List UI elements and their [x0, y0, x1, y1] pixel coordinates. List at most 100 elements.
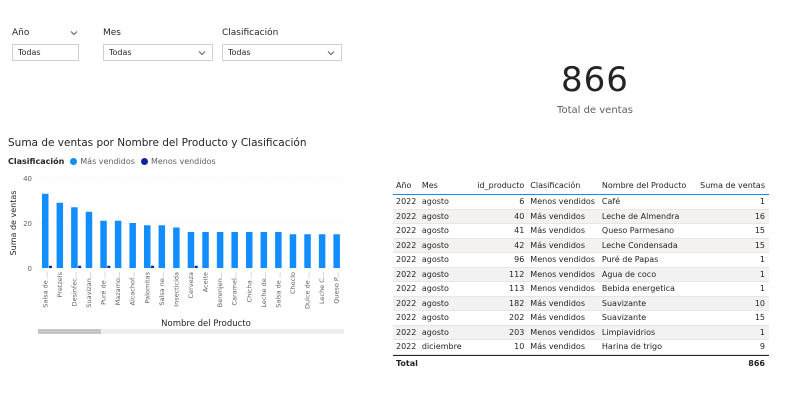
legend-item-top-sellers[interactable]: Más vendidos [70, 157, 135, 166]
table-cell: agosto [421, 313, 449, 323]
table-cell: Suavizante [601, 298, 647, 308]
table-cell: 2022 [396, 269, 417, 279]
table-cell: 112 [509, 269, 525, 279]
x-tick-label: Queso P... [333, 272, 341, 304]
filter-year: Año Todas [12, 26, 79, 61]
chart-title: Suma de ventas por Nombre del Producto y… [8, 137, 307, 149]
column-header[interactable]: Año [393, 181, 422, 190]
x-tick-label: Alcachof... [129, 272, 137, 306]
table-cell: 1 [759, 255, 765, 265]
table-row[interactable]: 2022 agosto 113 Menos vendidos Bebida energe… [393, 282, 769, 297]
bar-top-sellers [85, 211, 93, 268]
table-cell: Agua de coco [601, 269, 657, 279]
table-cell: 113 [509, 284, 525, 294]
filter-classification-dropdown[interactable]: Todas [222, 44, 342, 61]
table-row[interactable]: 2022 agosto 203 Menos vendidos Limpiavidrios… [393, 325, 769, 340]
table-row[interactable]: 2022 agosto 42 Más vendidos Leche Condensada… [393, 238, 769, 253]
sales-table: Año Mes id_producto Clasificación Nombre del… [393, 176, 769, 370]
table-cell: 1 [759, 197, 765, 207]
x-tick-label: Puré de ... [100, 272, 108, 305]
table-cell: Más vendidos [530, 342, 585, 352]
column-header[interactable]: Mes [422, 181, 470, 190]
table-cell: 6 [519, 197, 525, 207]
filter-year-dropdown[interactable]: Todas [12, 44, 79, 61]
table-cell: 1 [759, 269, 765, 279]
table-cell: 15 [754, 313, 765, 323]
table-cell: Menos vendidos [530, 269, 595, 279]
table-cell: 182 [509, 298, 525, 308]
bar-top-sellers [144, 225, 151, 268]
table-row[interactable]: 2022 agosto 96 Menos vendidos Puré de Papas 1 [393, 253, 769, 268]
bar-low-sellers [107, 265, 111, 268]
legend-label-low-sellers: Menos vendidos [150, 157, 216, 166]
y-tick-label: 20 [23, 220, 32, 228]
bar-top-sellers [304, 234, 311, 268]
table-cell: Más vendidos [530, 298, 585, 308]
x-tick-label: Leche C... [318, 272, 326, 304]
filter-classification: Clasificación Todas [222, 26, 342, 61]
x-tick-label: Salsa de ... [41, 272, 49, 308]
table-row[interactable]: 2022 diciembre 10 Más vendidos Harina de tri… [393, 340, 769, 355]
column-header[interactable]: Clasificación [530, 181, 602, 190]
table-cell: 2022 [396, 197, 417, 207]
legend-dot-top-sellers [70, 158, 78, 165]
filter-month: Mes Todas [103, 26, 213, 61]
chevron-down-icon [198, 50, 206, 55]
table-cell: 15 [754, 226, 765, 236]
table-cell: 40 [514, 211, 525, 221]
x-tick-label: Suavizan... [85, 272, 93, 308]
bar-low-sellers [151, 265, 154, 268]
bar-top-sellers [173, 227, 180, 268]
table-cell: 42 [514, 240, 525, 250]
table-row[interactable]: 2022 agosto 40 Más vendidos Leche de Almendr… [393, 209, 769, 224]
bar-top-sellers [246, 232, 253, 268]
x-tick-label: Pretzels [56, 271, 64, 297]
column-header[interactable]: id_producto [470, 181, 531, 190]
table-cell: Menos vendidos [530, 327, 595, 337]
table-cell: agosto [421, 255, 449, 265]
table-row[interactable]: 2022 agosto 112 Menos vendidos Agua de coco 1 [393, 267, 769, 282]
filter-year-value: Todas [18, 48, 41, 57]
table-cell: 2022 [396, 313, 417, 323]
table-header: Año Mes id_producto Clasificación Nombre del… [393, 176, 769, 195]
table-cell: agosto [421, 240, 449, 250]
bar-top-sellers [129, 223, 136, 268]
column-header[interactable]: Suma de ventas [697, 181, 769, 190]
table-cell: 2022 [396, 255, 417, 265]
table-cell: 2022 [396, 342, 417, 352]
x-tick-label: Berenjen... [216, 272, 224, 307]
bar-low-sellers [194, 265, 198, 268]
chevron-down-icon[interactable] [69, 28, 79, 38]
table-cell: 16 [754, 211, 765, 221]
filter-month-dropdown[interactable]: Todas [103, 44, 213, 61]
table-row[interactable]: 2022 agosto 182 Más vendidos Suavizante 10 [393, 296, 769, 311]
table-row[interactable]: 2022 agosto 6 Menos vendidos Café 1 [393, 195, 769, 210]
table-body[interactable]: 2022 agosto 6 Menos vendidos Café 1 2022 agosto… [393, 195, 769, 355]
table-row[interactable]: 2022 agosto 41 Más vendidos Queso Parmesano 1… [393, 224, 769, 239]
x-tick-label: Chicha ... [245, 272, 253, 302]
legend-label-top-sellers: Más vendidos [80, 157, 135, 166]
table-cell: 2022 [396, 298, 417, 308]
filter-month-value: Todas [109, 48, 132, 57]
table-cell: Limpiavidrios [601, 327, 656, 337]
table-cell: agosto [421, 226, 449, 236]
table-cell: Queso Parmesano [601, 226, 675, 236]
x-axis-label: Nombre del Producto [161, 319, 251, 329]
table-cell: Harina de trigo [601, 342, 663, 352]
table-cell: 1 [759, 327, 765, 337]
legend-item-low-sellers[interactable]: Menos vendidos [140, 157, 216, 166]
kpi-total-label: Total de ventas [557, 105, 633, 116]
bar-top-sellers [158, 225, 166, 268]
table-cell: 203 [509, 327, 525, 337]
kpi-total-value: 866 [561, 60, 629, 100]
table-row[interactable]: 2022 agosto 202 Más vendidos Suavizante 15 [393, 311, 769, 326]
table-cell: 2022 [396, 226, 417, 236]
table-cell: Puré de Papas [601, 255, 659, 265]
bar-top-sellers [187, 232, 195, 268]
table-cell: 10 [514, 342, 525, 352]
column-header[interactable]: Nombre del Producto [602, 181, 697, 190]
table-cell: Más vendidos [530, 226, 585, 236]
table-total-row: Total 866 [393, 355, 769, 370]
chart-scrollbar-thumb[interactable] [38, 329, 101, 334]
table-cell: Leche Condensada [601, 240, 678, 250]
